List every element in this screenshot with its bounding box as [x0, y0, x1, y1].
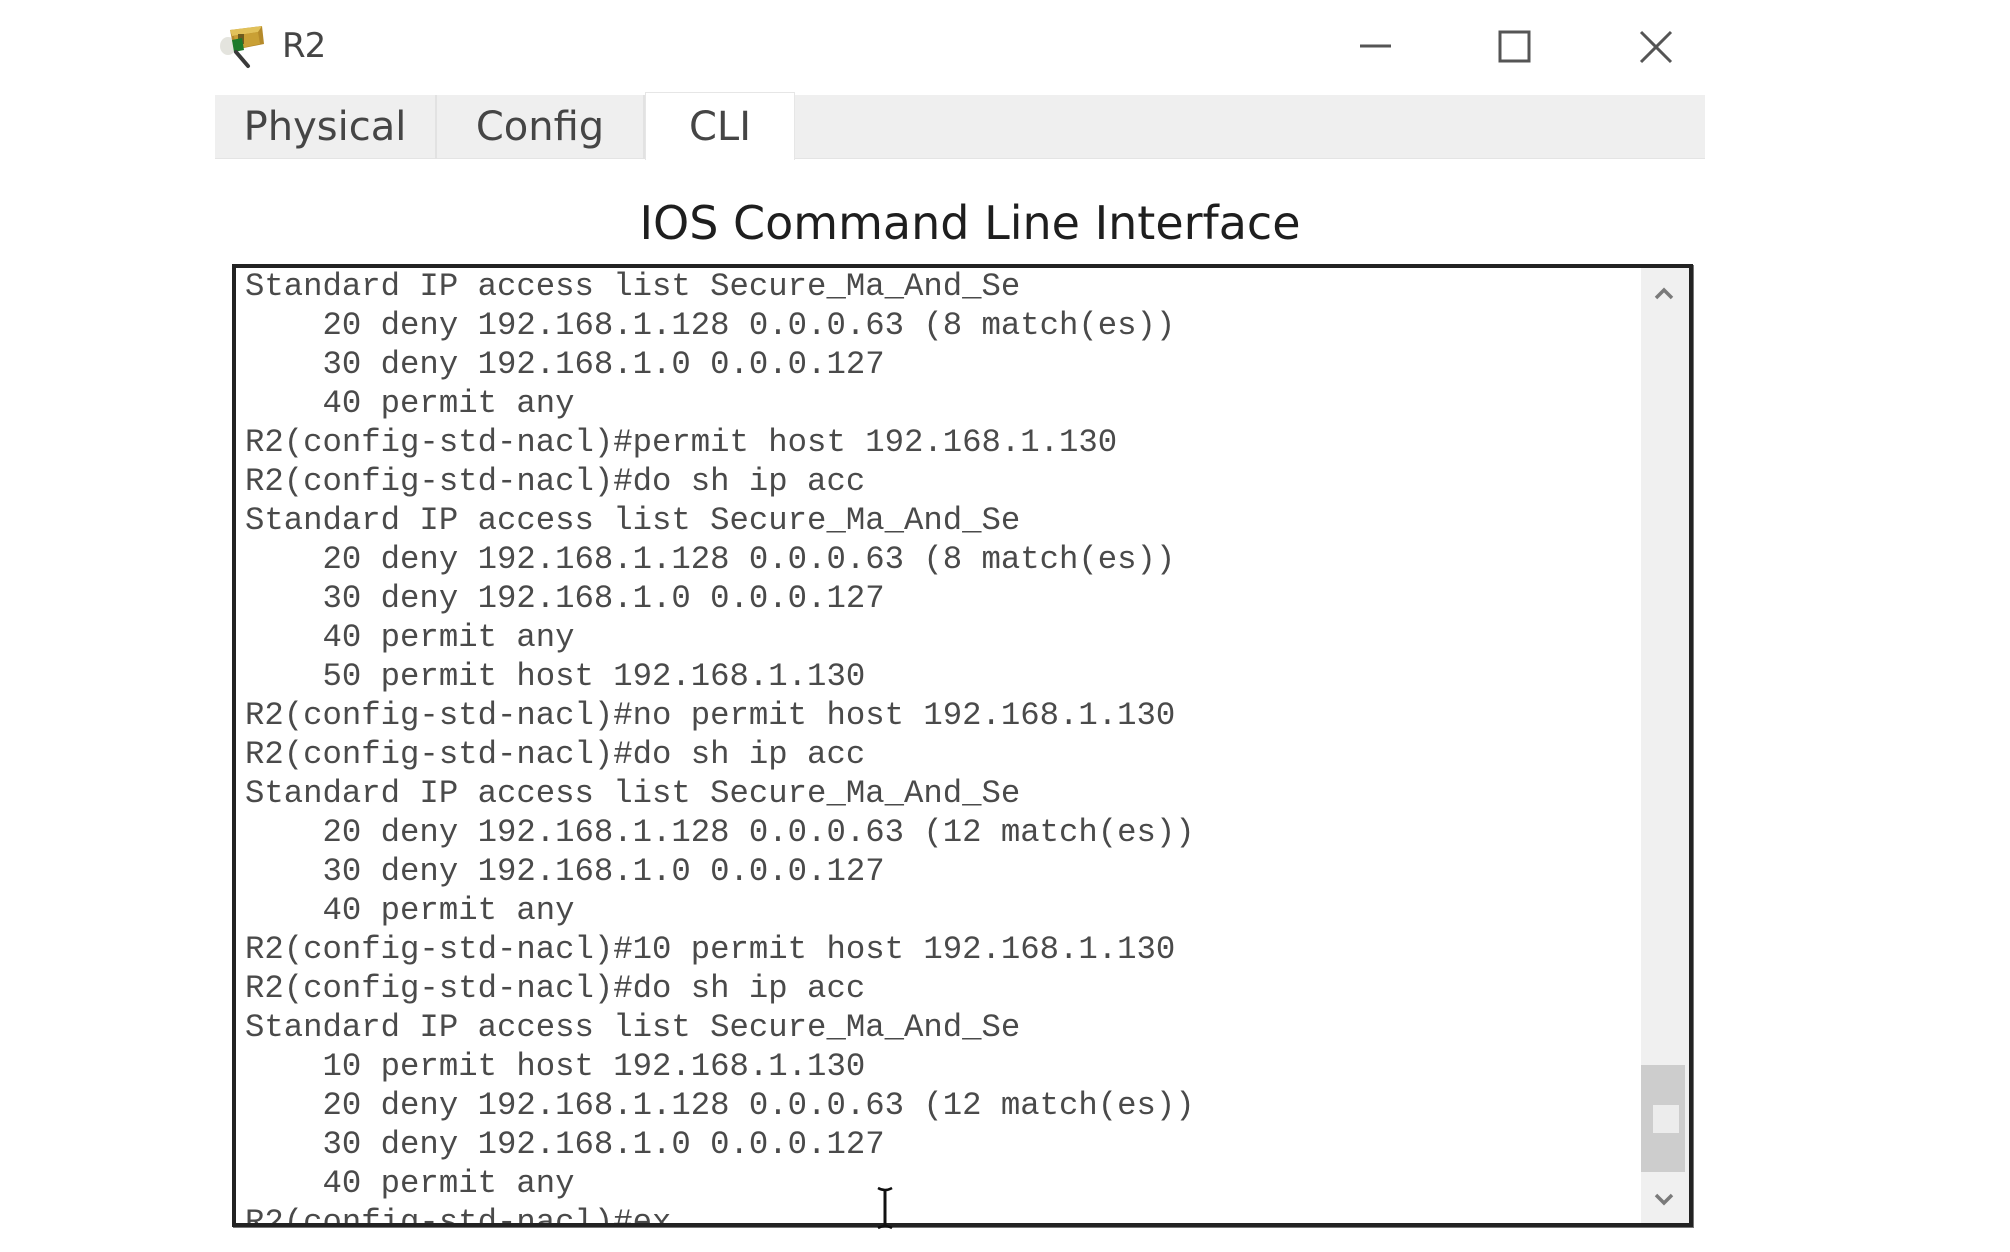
terminal-line: 20 deny 192.168.1.128 0.0.0.63 (12 match… [245, 1087, 1195, 1124]
terminal-line: R2(config-std-nacl)#10 permit host 192.1… [245, 931, 1176, 968]
terminal-line: 30 deny 192.168.1.0 0.0.0.127 [245, 580, 885, 617]
terminal-line: R2(config-std-nacl)#do sh ip acc [245, 970, 866, 1007]
close-button[interactable] [1626, 20, 1686, 76]
terminal-line: 30 deny 192.168.1.0 0.0.0.127 [245, 346, 885, 383]
terminal-line: 20 deny 192.168.1.128 0.0.0.63 (8 match(… [245, 307, 1176, 344]
chevron-up-icon [1654, 287, 1674, 300]
router-device-icon [218, 22, 268, 70]
tab-config[interactable]: Config [437, 95, 645, 159]
tab-bar: Physical Config CLI [215, 92, 1705, 160]
terminal-line: 20 deny 192.168.1.128 0.0.0.63 (8 match(… [245, 541, 1176, 578]
terminal-line: Standard IP access list Secure_Ma_And_Se [245, 1009, 1021, 1046]
terminal-line: Standard IP access list Secure_Ma_And_Se [245, 502, 1021, 539]
terminal-line: 40 permit any [245, 892, 575, 929]
scroll-thumb[interactable] [1641, 1065, 1685, 1172]
terminal-line: 50 permit host 192.168.1.130 [245, 658, 866, 695]
terminal-line: Standard IP access list Secure_Ma_And_Se [245, 268, 1021, 305]
vertical-scrollbar[interactable] [1641, 268, 1689, 1223]
tab-physical[interactable]: Physical [215, 95, 437, 159]
terminal-line: 40 permit any [245, 385, 575, 422]
maximize-button[interactable] [1485, 20, 1545, 76]
scroll-down-button[interactable] [1641, 1175, 1689, 1223]
terminal-output[interactable]: Standard IP access list Secure_Ma_And_Se… [245, 268, 1633, 1227]
scroll-up-button[interactable] [1641, 268, 1689, 316]
tab-cli[interactable]: CLI [645, 92, 795, 160]
maximize-icon [1498, 30, 1531, 63]
terminal-line: 40 permit any [245, 1165, 575, 1202]
terminal-line: R2(config-std-nacl)#permit host 192.168.… [245, 424, 1118, 461]
terminal-line: R2(config-std-nacl)#do sh ip acc [245, 736, 866, 773]
terminal-line: Standard IP access list Secure_Ma_And_Se [245, 775, 1021, 812]
terminal-line: R2(config-std-nacl)#ex [245, 1204, 672, 1227]
terminal-line: 20 deny 192.168.1.128 0.0.0.63 (12 match… [245, 814, 1195, 851]
close-icon [1639, 30, 1673, 64]
minimize-button[interactable] [1345, 20, 1405, 76]
terminal-line: 30 deny 192.168.1.0 0.0.0.127 [245, 1126, 885, 1163]
terminal-line: 30 deny 192.168.1.0 0.0.0.127 [245, 853, 885, 890]
cli-terminal[interactable]: Standard IP access list Secure_Ma_And_Se… [232, 264, 1693, 1227]
terminal-line: 40 permit any [245, 619, 575, 656]
chevron-down-icon [1654, 1193, 1674, 1206]
minimize-icon [1360, 44, 1391, 48]
terminal-line: R2(config-std-nacl)#no permit host 192.1… [245, 697, 1176, 734]
scroll-grip [1653, 1105, 1679, 1133]
terminal-line: 10 permit host 192.168.1.130 [245, 1048, 866, 1085]
page-title: IOS Command Line Interface [639, 196, 1301, 250]
window-title: R2 [282, 26, 326, 66]
terminal-line: R2(config-std-nacl)#do sh ip acc [245, 463, 866, 500]
